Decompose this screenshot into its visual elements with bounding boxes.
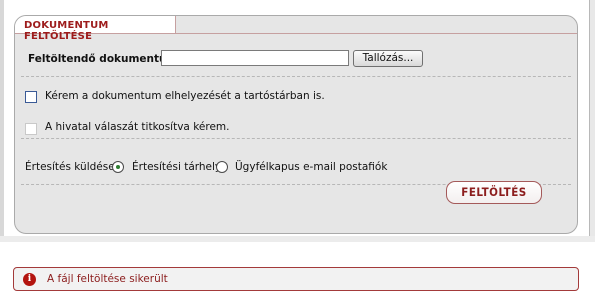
upload-button[interactable]: FELTÖLTÉS: [446, 181, 542, 204]
radio-selected-dot: [116, 165, 120, 169]
storage-checkbox[interactable]: [25, 91, 37, 103]
separator: [21, 76, 571, 77]
status-notice: i A fájl feltöltése sikerült: [13, 267, 579, 291]
panel-title-tab: DOKUMENTUM FELTÖLTÉSE: [15, 16, 176, 42]
radio-email-label: Ügyfélkapus e-mail postafiók: [235, 161, 388, 173]
radio-email[interactable]: [216, 161, 228, 173]
notification-label: Értesítés küldése:: [25, 161, 119, 173]
radio-storage[interactable]: [112, 161, 124, 173]
title-rule: [175, 33, 577, 34]
info-icon: i: [23, 273, 36, 286]
window-left-border: [0, 0, 4, 236]
section-divider: [0, 236, 595, 242]
status-message: A fájl feltöltése sikerült: [47, 273, 168, 285]
window-scrollbar-edge: [589, 0, 595, 236]
browse-button[interactable]: Tallózás...: [353, 50, 423, 67]
file-input-label: Feltöltendő dokumentum:: [28, 53, 182, 65]
confidential-checkbox[interactable]: [25, 123, 37, 135]
panel-title: DOKUMENTUM FELTÖLTÉSE: [24, 20, 109, 42]
file-path-input[interactable]: [161, 50, 349, 66]
storage-checkbox-label: Kérem a dokumentum elhelyezését a tartós…: [45, 90, 325, 102]
radio-storage-label: Értesítési tárhely: [132, 161, 222, 173]
separator: [21, 138, 571, 139]
confidential-checkbox-label: A hivatal válaszát titkosítva kérem.: [45, 121, 230, 133]
